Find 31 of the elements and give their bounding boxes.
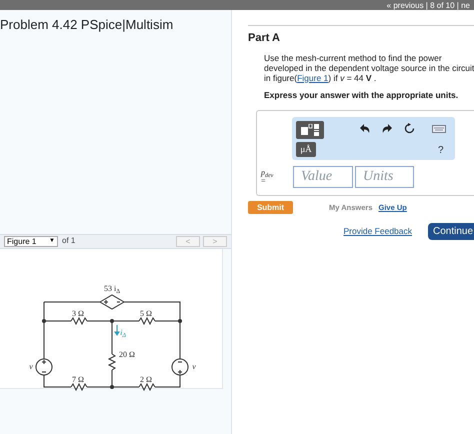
figure-label: Figure 1 bbox=[7, 236, 36, 246]
circuit-label: 53 i$_{Δ}$ bbox=[104, 284, 120, 294]
circuit-label: v bbox=[29, 362, 33, 370]
reset-icon[interactable] bbox=[404, 123, 415, 134]
circuit-label: 7 Ω bbox=[72, 374, 84, 384]
undo-icon[interactable] bbox=[360, 124, 370, 134]
instruction-text: Express your answer with the appropriate units. bbox=[264, 88, 460, 102]
circuit-label: 3 Ω bbox=[72, 308, 84, 318]
equals-sign: = bbox=[261, 177, 266, 186]
circuit-label: 2 Ω bbox=[140, 374, 152, 384]
question-text: Use the mesh-current method to find the power developed in the dependent voltage source in the circuit in figure(Figure 1) if v = 44 V . bbox=[264, 52, 474, 82]
keyboard-icon[interactable] bbox=[432, 125, 446, 134]
units-button[interactable]: μÅ bbox=[296, 142, 316, 158]
circuit-label: 20 Ω bbox=[119, 350, 135, 358]
problem-title: Problem 4.42 PSpice|Multisim bbox=[0, 16, 174, 34]
pagination-text: « previous | 8 of 10 | ne bbox=[386, 0, 470, 10]
circuit-label: 5 Ω bbox=[140, 308, 152, 318]
part-title: Part A bbox=[248, 31, 281, 46]
answer-label: p$_{dev}$ bbox=[261, 169, 274, 178]
template-button[interactable] bbox=[296, 121, 324, 140]
figure-count: of 1 bbox=[62, 235, 76, 247]
circuit-label: v bbox=[192, 362, 196, 370]
circuit-label: i$_{Δ}$ bbox=[120, 328, 126, 338]
provide-feedback-link[interactable]: Provide Feedback bbox=[343, 225, 412, 238]
fraction-template-icon bbox=[301, 124, 319, 136]
continue-button[interactable]: Continue bbox=[428, 223, 474, 240]
units-field[interactable]: Units bbox=[355, 166, 414, 188]
help-button[interactable]: ? bbox=[438, 143, 444, 158]
value-field[interactable]: Value bbox=[293, 166, 353, 188]
redo-icon[interactable] bbox=[382, 124, 392, 134]
figure-link[interactable]: Figure 1 bbox=[297, 72, 328, 82]
